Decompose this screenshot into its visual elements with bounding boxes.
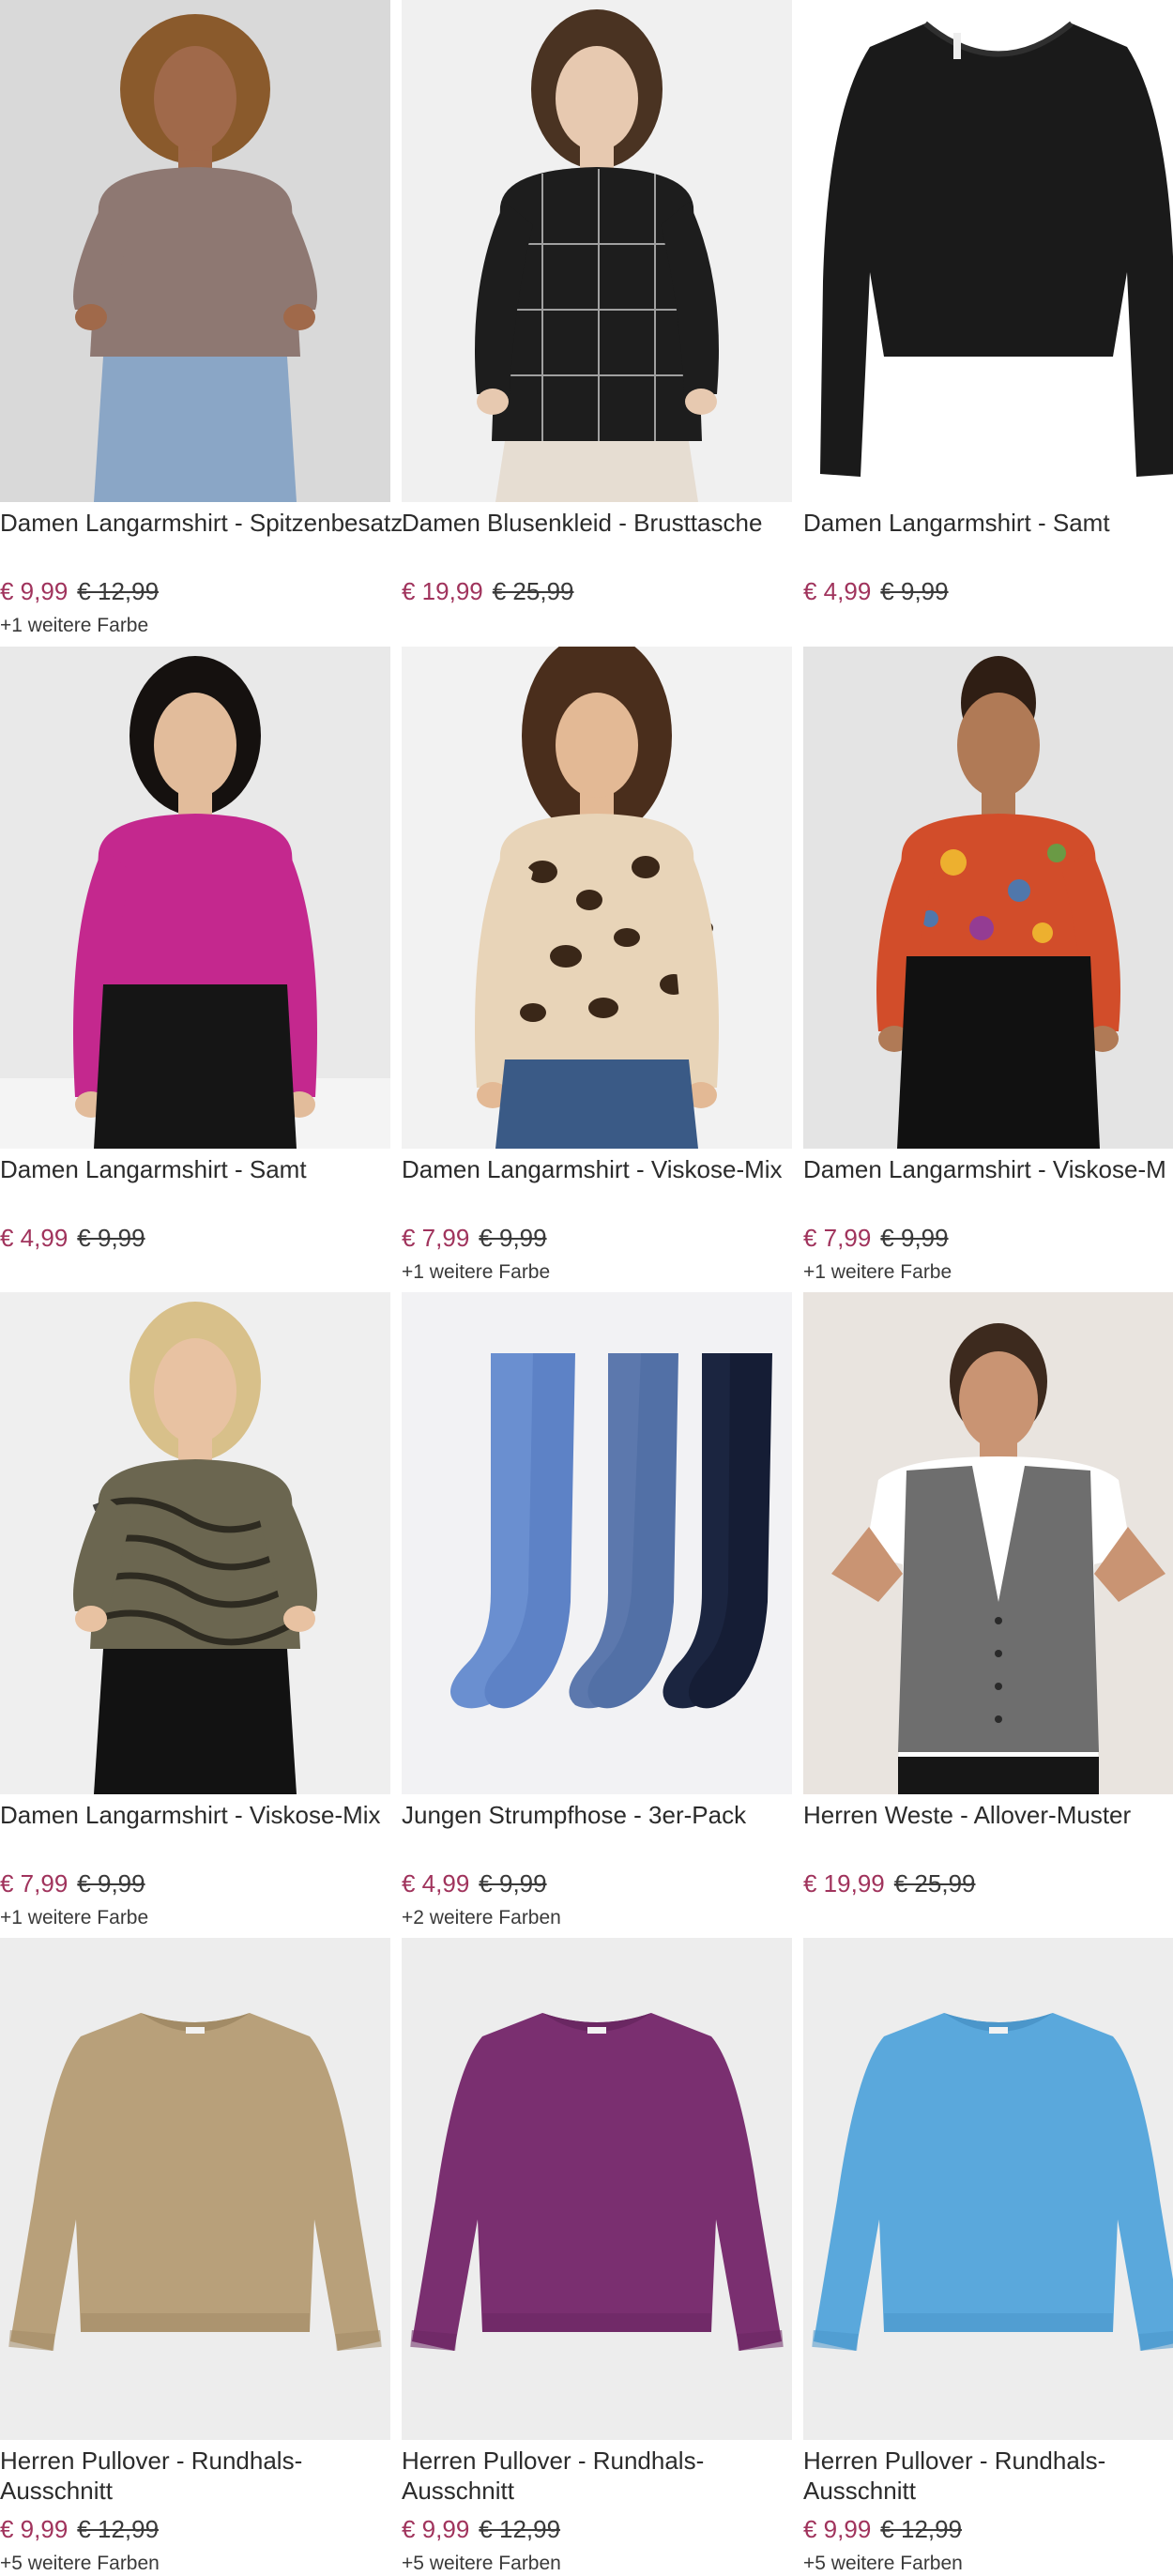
more-colors-label[interactable]: +5 weitere Farben [402,2552,561,2576]
product-image[interactable] [803,1938,1173,2440]
original-price: € 9,99 [77,1224,145,1252]
original-price: € 9,99 [479,1224,547,1252]
product-title[interactable]: Damen Langarmshirt - Spitzenbesatz [0,508,404,538]
sale-price: € 19,99 [803,1869,885,1898]
product-title[interactable]: Damen Langarmshirt - Viskose-M [803,1154,1173,1184]
sale-price: € 9,99 [0,2515,69,2543]
product-image[interactable] [0,1292,390,1794]
product-prices: € 9,99 € 12,99 [0,2514,159,2544]
more-colors-label[interactable]: +5 weitere Farben [0,2552,160,2576]
product-image[interactable] [0,0,390,502]
sale-price: € 7,99 [0,1869,69,1898]
product-prices: € 9,99 € 12,99 [0,576,159,606]
product-image[interactable] [803,1292,1173,1794]
product-grid: Damen Langarmshirt - Spitzenbesatz € 9,9… [0,0,1173,2574]
more-colors-label[interactable]: +1 weitere Farbe [803,1260,952,1285]
sale-price: € 4,99 [402,1869,470,1898]
sale-price: € 9,99 [402,2515,470,2543]
product-title[interactable]: Damen Langarmshirt - Samt [0,1154,404,1184]
product-title[interactable]: Herren Pullover - Rundhals-Ausschnitt [803,2446,1173,2506]
product-prices: € 4,99 € 9,99 [0,1223,145,1253]
original-price: € 25,99 [492,577,574,605]
more-colors-label[interactable]: +1 weitere Farbe [0,614,148,638]
product-image[interactable] [0,647,390,1149]
original-price: € 9,99 [880,577,949,605]
product-image[interactable] [402,647,792,1149]
more-colors-label[interactable]: +1 weitere Farbe [0,1906,148,1930]
product-title[interactable]: Damen Langarmshirt - Viskose-Mix [402,1154,805,1184]
original-price: € 25,99 [893,1869,976,1898]
original-price: € 12,99 [880,2515,963,2543]
more-colors-label[interactable]: +1 weitere Farbe [402,1260,550,1285]
sale-price: € 19,99 [402,577,483,605]
original-price: € 12,99 [479,2515,561,2543]
product-prices: € 7,99 € 9,99 [402,1223,547,1253]
product-prices: € 4,99 € 9,99 [803,576,949,606]
original-price: € 9,99 [479,1869,547,1898]
sale-price: € 9,99 [803,2515,872,2543]
original-price: € 9,99 [880,1224,949,1252]
product-title[interactable]: Damen Langarmshirt - Samt [803,508,1173,538]
sale-price: € 9,99 [0,577,69,605]
original-price: € 9,99 [77,1869,145,1898]
product-prices: € 7,99 € 9,99 [0,1868,145,1898]
product-title[interactable]: Jungen Strumpfhose - 3er-Pack [402,1800,805,1830]
product-image[interactable] [803,0,1173,502]
sale-price: € 4,99 [0,1224,69,1252]
product-title[interactable]: Herren Pullover - Rundhals-Ausschnitt [402,2446,805,2506]
product-prices: € 19,99 € 25,99 [402,576,574,606]
product-image[interactable] [402,0,792,502]
product-prices: € 9,99 € 12,99 [803,2514,962,2544]
product-title[interactable]: Herren Pullover - Rundhals-Ausschnitt [0,2446,404,2506]
more-colors-label[interactable]: +5 weitere Farben [803,2552,963,2576]
product-image[interactable] [402,1292,792,1794]
product-prices: € 4,99 € 9,99 [402,1868,547,1898]
product-prices: € 19,99 € 25,99 [803,1868,976,1898]
original-price: € 12,99 [77,2515,160,2543]
product-image[interactable] [803,647,1173,1149]
sale-price: € 7,99 [402,1224,470,1252]
more-colors-label[interactable]: +2 weitere Farben [402,1906,561,1930]
product-prices: € 7,99 € 9,99 [803,1223,949,1253]
product-title[interactable]: Damen Blusenkleid - Brusttasche [402,508,805,538]
original-price: € 12,99 [77,577,160,605]
product-prices: € 9,99 € 12,99 [402,2514,560,2544]
product-image[interactable] [402,1938,792,2440]
product-image[interactable] [0,1938,390,2440]
product-title[interactable]: Herren Weste - Allover-Muster [803,1800,1173,1830]
product-title[interactable]: Damen Langarmshirt - Viskose-Mix [0,1800,404,1830]
sale-price: € 4,99 [803,577,872,605]
sale-price: € 7,99 [803,1224,872,1252]
